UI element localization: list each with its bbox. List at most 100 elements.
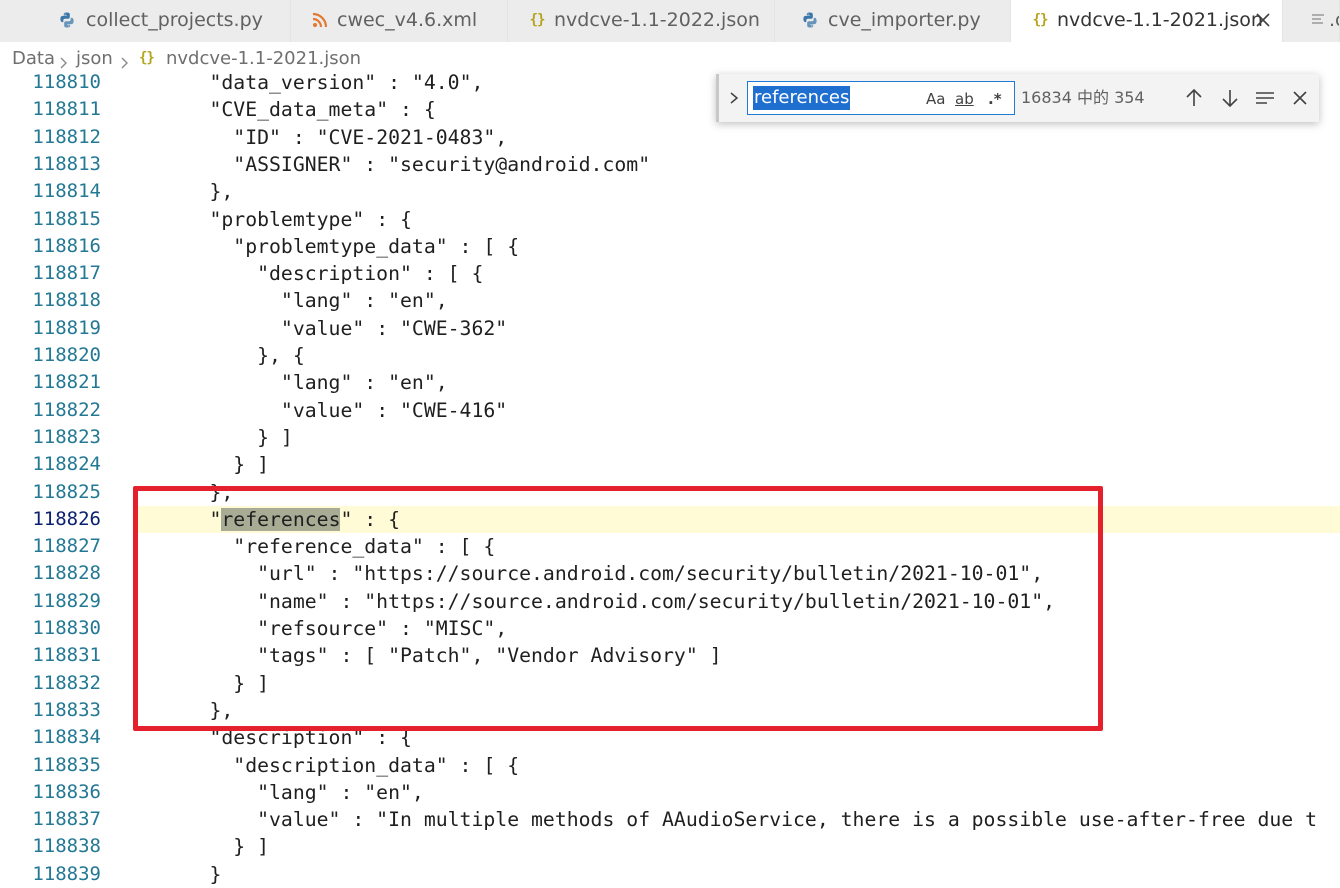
code-line[interactable]: 118825 }, xyxy=(0,479,1340,506)
close-icon[interactable] xyxy=(1289,87,1311,109)
code-line[interactable]: 118824 } ] xyxy=(0,451,1340,478)
code-segment: "lang" : "en", xyxy=(257,780,424,804)
code-line[interactable]: 118836 "lang" : "en", xyxy=(0,779,1340,806)
code-line[interactable]: 118827 "reference_data" : [ { xyxy=(0,533,1340,560)
code-line[interactable]: 118815 "problemtype" : { xyxy=(0,206,1340,233)
line-number: 118827 xyxy=(32,535,101,558)
code-line[interactable]: 118821 "lang" : "en", xyxy=(0,369,1340,396)
line-number: 118818 xyxy=(32,289,101,312)
code-line[interactable]: 118839 } xyxy=(0,861,1340,888)
find-match-highlight: references xyxy=(221,507,341,531)
code-text: "data_version" : "4.0", xyxy=(138,74,483,96)
line-number: 118821 xyxy=(32,371,101,394)
code-line[interactable]: 118831 "tags" : [ "Patch", "Vendor Advis… xyxy=(0,642,1340,669)
code-line[interactable]: 118817 "description" : [ { xyxy=(0,260,1340,287)
breadcrumb-file[interactable]: nvdcve-1.1-2021.json xyxy=(166,47,361,71)
code-line[interactable]: 118820 }, { xyxy=(0,342,1340,369)
code-text: "references" : { xyxy=(138,506,400,533)
chevron-right-icon[interactable] xyxy=(727,88,741,108)
regex-button[interactable]: .* xyxy=(988,88,1002,110)
tab-collect-projects[interactable]: collect_projects.py xyxy=(0,0,291,42)
code-segment: } xyxy=(209,862,222,886)
json-icon: {} xyxy=(139,50,155,66)
code-segment: "problemtype_data" : [ { xyxy=(233,234,520,258)
close-icon[interactable] xyxy=(1254,11,1272,29)
breadcrumb-subfolder[interactable]: json xyxy=(76,47,113,71)
code-line[interactable]: 118829 "name" : "https://source.android.… xyxy=(0,588,1340,615)
code-text: "value" : "In multiple methods of AAudio… xyxy=(138,806,1317,833)
whole-word-button[interactable]: ab xyxy=(955,88,974,110)
code-text: "ID" : "CVE-2021-0483", xyxy=(138,124,507,151)
arrow-up-icon[interactable] xyxy=(1183,87,1205,109)
code-segment: "description_data" : [ { xyxy=(233,753,520,777)
code-line[interactable]: 118819 "value" : "CWE-362" xyxy=(0,315,1340,342)
code-line[interactable]: 118812 "ID" : "CVE-2021-0483", xyxy=(0,124,1340,151)
code-line[interactable]: 118828 "url" : "https://source.android.c… xyxy=(0,560,1340,587)
code-line[interactable]: 118834 "description" : { xyxy=(0,724,1340,751)
code-segment: }, xyxy=(209,480,234,504)
tab-label: collect_projects.py xyxy=(86,9,263,31)
code-text: "description" : [ { xyxy=(138,260,483,287)
code-text: "value" : "CWE-416" xyxy=(138,397,507,424)
code-line[interactable]: 118823 } ] xyxy=(0,424,1340,451)
code-text: "reference_data" : [ { xyxy=(138,533,495,560)
tab-nvdcve-2022[interactable]: {} nvdcve-1.1-2022.json xyxy=(508,0,775,42)
code-editor[interactable]: 118810 "data_version" : "4.0", 118811 "CV… xyxy=(0,74,1340,888)
line-number: 118810 xyxy=(32,74,101,93)
tab-cwec-xml[interactable]: cwec_v4.6.xml xyxy=(291,0,508,42)
match-case-button[interactable]: Aa xyxy=(926,88,945,110)
code-line[interactable]: 118837 "value" : "In multiple methods of… xyxy=(0,806,1340,833)
code-line[interactable]: 118822 "value" : "CWE-416" xyxy=(0,397,1340,424)
code-line[interactable]: 118832 } ] xyxy=(0,670,1340,697)
arrow-down-icon[interactable] xyxy=(1219,87,1241,109)
code-segment: "lang" : "en", xyxy=(280,371,448,395)
code-segment: "value" : "CWE-416" xyxy=(280,398,508,422)
tab-overflow-c[interactable]: .c xyxy=(1283,0,1340,42)
line-number: 118835 xyxy=(32,753,101,776)
code-line[interactable]: 118835 "description_data" : [ { xyxy=(0,752,1340,779)
line-number: 118839 xyxy=(32,862,101,885)
code-text: "tags" : [ "Patch", "Vendor Advisory" ] xyxy=(138,642,722,669)
find-in-selection-icon[interactable] xyxy=(1254,87,1276,109)
tab-nvdcve-2021[interactable]: {} nvdcve-1.1-2021.json xyxy=(1011,0,1283,42)
code-line[interactable]: 118838 } ] xyxy=(0,833,1340,860)
code-line[interactable]: 118814 }, xyxy=(0,178,1340,205)
code-segment: "refsource" : "MISC", xyxy=(257,617,508,640)
find-input-box[interactable]: references Aa ab .* xyxy=(747,81,1015,115)
find-input[interactable]: references xyxy=(753,86,851,110)
tab-cve-importer[interactable]: cve_importer.py xyxy=(775,0,1011,42)
find-widget: references Aa ab .* 16834 中的 354 xyxy=(716,74,1319,122)
code-line[interactable]: 118826 "references" : { xyxy=(0,505,1340,534)
code-segment: "value" : "In multiple methods of AAudio… xyxy=(257,808,1318,832)
code-segment: }, { xyxy=(257,344,305,367)
code-segment: "tags" : [ "Patch", "Vendor Advisory" ] xyxy=(257,644,722,668)
code-line[interactable]: 118830 "refsource" : "MISC", xyxy=(0,615,1340,642)
code-line[interactable]: 118816 "problemtype_data" : [ { xyxy=(0,233,1340,260)
tab-label: .c xyxy=(1329,9,1339,31)
code-segment: " xyxy=(209,507,222,531)
line-number: 118815 xyxy=(32,207,101,230)
code-segment: "ASSIGNER" : "security@android.com" xyxy=(233,152,651,176)
breadcrumb-folder[interactable]: Data xyxy=(12,47,55,71)
code-line[interactable]: 118833 }, xyxy=(0,697,1340,724)
code-line[interactable]: 118813 "ASSIGNER" : "security@android.co… xyxy=(0,151,1340,178)
code-text: "name" : "https://source.android.com/sec… xyxy=(138,588,1055,615)
code-line[interactable]: 118818 "lang" : "en", xyxy=(0,287,1340,314)
line-number: 118823 xyxy=(32,425,101,448)
